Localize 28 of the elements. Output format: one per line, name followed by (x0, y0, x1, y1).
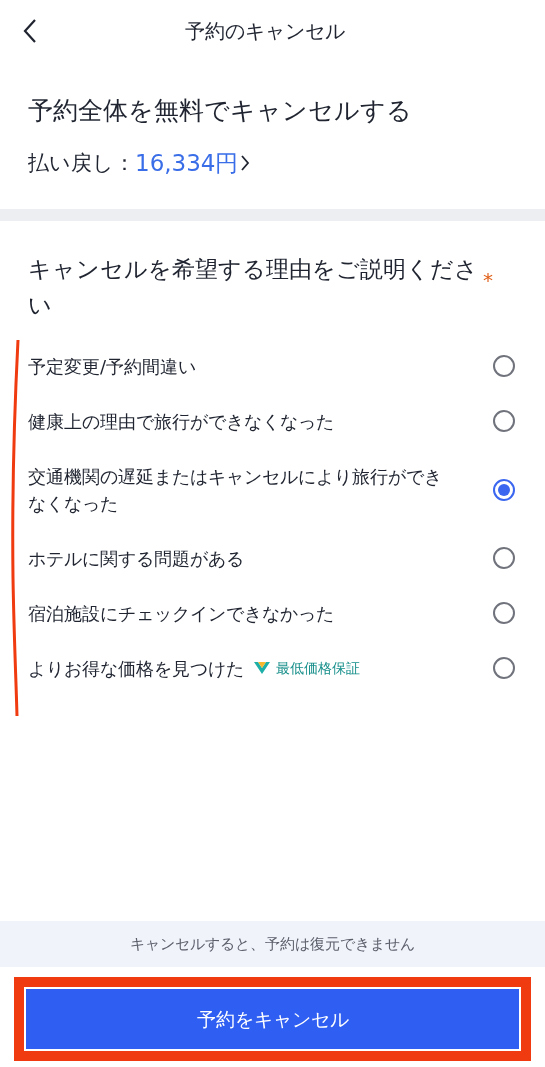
refund-label: 払い戻し： (28, 149, 135, 177)
required-mark: * (483, 266, 493, 294)
reason-label: よりお得な価格を見つけた (28, 656, 244, 681)
radio-button[interactable] (493, 547, 515, 569)
reason-label: ホテルに関する問題がある (28, 546, 244, 571)
badge-label: 最低価格保証 (276, 658, 360, 678)
radio-button[interactable] (493, 602, 515, 624)
warning-text: キャンセルすると、予約は復元できません (130, 933, 415, 955)
cancel-button[interactable]: 予約をキャンセル (26, 989, 519, 1049)
radio-button[interactable] (493, 478, 515, 501)
reason-option[interactable]: 交通機関の遅延またはキャンセルにより旅行ができなくなった (0, 448, 545, 531)
reason-question: キャンセルを希望する理由をご説明ください (28, 254, 479, 320)
reason-option[interactable]: 宿泊施設にチェックインできなかった (0, 585, 545, 641)
chevron-icon (240, 154, 251, 173)
reason-option[interactable]: よりお得な価格を見つけた 最低価格保証 (0, 640, 545, 696)
radio-button[interactable] (493, 410, 515, 432)
reason-option[interactable]: ホテルに関する問題がある (0, 530, 545, 586)
reason-label: 予定変更/予約間違い (28, 354, 197, 379)
radio-button[interactable] (493, 355, 515, 377)
reason-label: 健康上の理由で旅行ができなくなった (28, 409, 334, 434)
reason-label: 宿泊施設にチェックインできなかった (28, 601, 334, 626)
reason-option[interactable]: 健康上の理由で旅行ができなくなった (0, 393, 545, 449)
reason-label: 交通機関の遅延またはキャンセルにより旅行ができなくなった (28, 464, 443, 516)
reason-option[interactable]: 予定変更/予約間違い (0, 338, 545, 394)
refund-amount-link[interactable]: 16,334円 (135, 146, 251, 181)
screen-title: 予約のキャンセル (184, 18, 345, 45)
radio-button[interactable] (493, 657, 515, 679)
cancel-title: 予約全体を無料でキャンセルする (28, 95, 413, 127)
